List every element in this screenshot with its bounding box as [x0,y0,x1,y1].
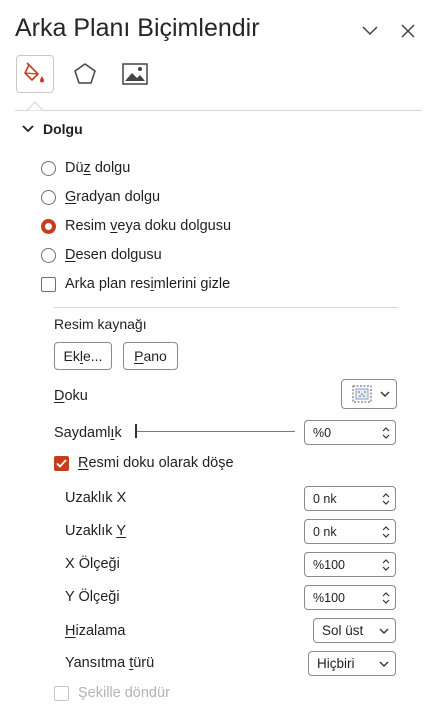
spinbox-value: %100 [313,590,345,605]
radio-gradient-fill[interactable]: Gradyan dolgu [41,189,160,205]
offset-x-spinbox[interactable]: 0 nk [304,486,396,511]
tab-separator [15,110,422,111]
close-button[interactable] [397,20,419,42]
radio-button[interactable] [41,247,56,263]
rotate-with-shape-checkbox: Şekille döndür [54,685,170,701]
radio-button[interactable] [41,160,56,176]
radio-pattern-fill[interactable]: Desen dolgusu [41,247,162,263]
chevron-down-icon [382,533,390,538]
picture-source-label: Resim kaynağı [54,316,147,332]
hide-background-graphics-checkbox[interactable]: Arka plan resimlerini gizle [41,276,230,292]
checkbox[interactable] [54,455,69,471]
chevron-down-icon [382,566,390,571]
radio-picture-texture-fill[interactable]: Resim veya doku dolgusu [41,218,231,234]
radio-solid-fill[interactable]: Düz dolgu [41,160,130,176]
chevron-up-icon [382,426,390,431]
scale-y-spinbox[interactable]: %100 [304,585,396,610]
active-tab-pointer [27,101,43,111]
checkmark-icon [56,458,67,468]
insert-button[interactable]: Ek l e... [54,342,112,370]
radio-label: Düz dolgu [65,160,131,176]
chevron-up-icon [382,492,390,497]
chevron-down-icon [379,628,389,634]
spinner-arrows[interactable] [382,591,390,604]
tab-effects[interactable] [66,55,104,93]
dropdown-value: Sol üst [322,623,364,638]
checkbox [54,685,69,701]
chevron-down-icon [382,500,390,505]
spinbox-value: %0 [313,425,332,440]
offset-y-label: Uzaklık Y [65,523,126,539]
spinner-arrows[interactable] [382,558,390,571]
transparency-label: Saydamlık [54,425,122,441]
spinbox-value: 0 nk [313,491,337,506]
offset-x-label: Uzaklık X [65,490,127,506]
chevron-down-icon [362,26,378,36]
alignment-label: Hizalama [65,623,126,639]
chevron-down-icon [380,391,390,397]
checkbox[interactable] [41,276,56,292]
checkbox-label: Arka plan resimlerini gizle [65,276,231,292]
close-icon [401,24,415,38]
spinbox-value: %100 [313,557,345,572]
radio-button[interactable] [41,189,56,205]
radio-label: Desen dolgusu [65,247,162,263]
transparency-spinbox[interactable]: %0 [304,420,396,445]
chevron-down-icon [382,599,390,604]
tile-picture-checkbox[interactable]: Resmi doku olarak döşe [54,455,234,471]
spinner-arrows[interactable] [382,492,390,505]
offset-y-spinbox[interactable]: 0 nk [304,519,396,544]
mirror-type-label: Yansıtma türü [65,655,155,671]
chevron-down-icon [22,125,34,133]
tab-fill[interactable] [16,55,54,93]
texture-label: Doku [54,388,88,404]
scale-x-label: X Ölçeği [65,556,120,572]
radio-label: Gradyan dolgu [65,189,161,205]
texture-icon [352,385,372,403]
dropdown-value: Hiçbiri [317,656,355,671]
task-pane-options-button[interactable] [359,20,381,42]
tab-picture[interactable] [116,55,154,93]
paint-bucket-icon [24,62,44,83]
section-fill-header[interactable]: Dolgu [22,121,83,137]
alignment-dropdown[interactable]: Sol üst [313,618,396,643]
checkbox-label: Resmi doku olarak döşe [78,455,234,471]
chevron-up-icon [382,558,390,563]
texture-dropdown[interactable] [341,379,397,409]
chevron-up-icon [382,525,390,530]
spinner-arrows[interactable] [382,426,390,439]
spinbox-value: 0 nk [313,524,337,539]
divider [54,307,398,308]
section-title: Dolgu [43,121,83,137]
picture-icon [122,63,148,85]
radio-label: Resim veya doku dolgusu [65,218,232,234]
mirror-type-dropdown[interactable]: Hiçbiri [308,651,396,676]
scale-y-label: Y Ölçeği [65,589,120,605]
transparency-slider[interactable] [135,424,295,440]
slider-track [137,431,295,432]
spinner-arrows[interactable] [382,525,390,538]
clipboard-button[interactable]: Pano [123,342,178,370]
chevron-down-icon [379,661,389,667]
pane-title: Arka Planı Biçimlendir [15,14,260,42]
chevron-down-icon [382,434,390,439]
chevron-up-icon [382,591,390,596]
checkbox-label: Şekille döndür [78,685,170,701]
radio-button[interactable] [41,218,56,234]
pentagon-icon [74,63,96,84]
scale-x-spinbox[interactable]: %100 [304,552,396,577]
